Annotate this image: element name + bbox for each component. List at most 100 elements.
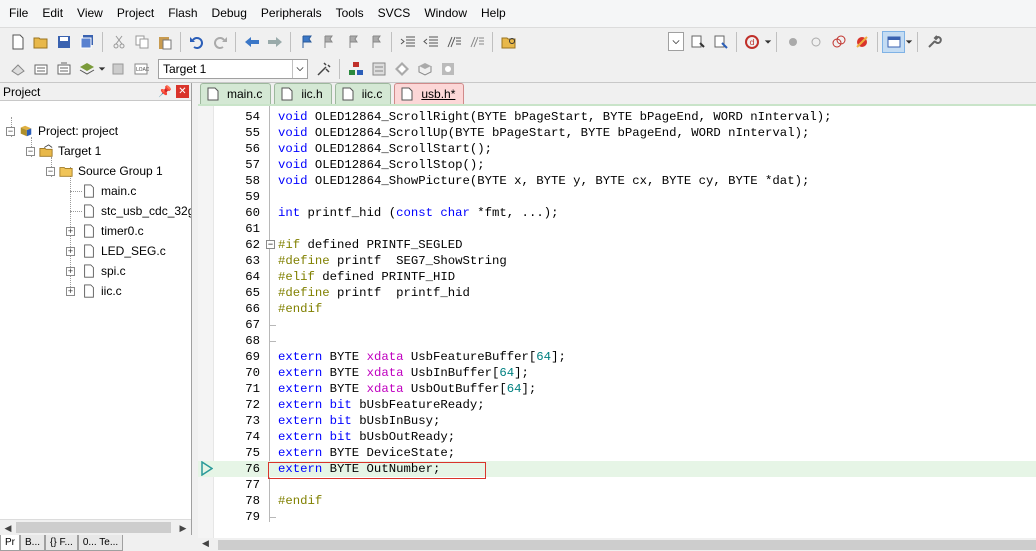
rebuild-icon[interactable] [52,58,75,80]
menu-window[interactable]: Window [417,0,474,27]
menu-help[interactable]: Help [474,0,513,27]
menu-view[interactable]: View [70,0,110,27]
nav-forward-icon[interactable] [263,31,286,53]
tree-file-stc-usb[interactable]: stc_usb_cdc_32g [82,201,191,221]
unindent-icon[interactable] [419,31,442,53]
tab-usb-h[interactable]: usb.h* [394,83,465,104]
menu-tools[interactable]: Tools [329,0,371,27]
code-line[interactable]: 71 extern BYTE xdata UsbOutBuffer[64]; [198,381,1036,397]
insert-breakpoint-icon[interactable] [781,31,804,53]
code-line[interactable]: 58 void OLED12864_ShowPicture(BYTE x, BYT… [198,173,1036,189]
code-line[interactable]: 70 extern BYTE xdata UsbInBuffer[64]; [198,365,1036,381]
tree-node-source-group[interactable]: − Source Group 1 [46,161,163,181]
tree-node-target[interactable]: − Target 1 [26,141,101,161]
save-icon[interactable] [52,31,75,53]
code-line[interactable]: 60 int printf_hid (const char *fmt, ...); [198,205,1036,221]
code-line[interactable]: 63 #define printf SEG7_ShowString [198,253,1036,269]
find-dropdown[interactable] [668,32,684,51]
target-options-icon[interactable] [312,58,335,80]
code-line[interactable]: 66 #endif [198,301,1036,317]
configure-icon[interactable] [922,31,945,53]
stop-build-icon[interactable] [106,58,129,80]
tree-file-iic[interactable]: + iic.c [66,281,122,301]
next-bookmark-icon[interactable] [341,31,364,53]
enable-breakpoint-icon[interactable] [804,31,827,53]
code-line[interactable]: 79 [198,509,1036,525]
collapse-icon[interactable]: − [6,126,15,136]
debug-dropdown-icon[interactable] [764,38,772,46]
disable-breakpoints-icon[interactable] [827,31,850,53]
menu-file[interactable]: File [2,0,35,27]
tree-file-spi[interactable]: + spi.c [66,261,126,281]
save-all-icon[interactable] [75,31,98,53]
code-line[interactable]: 61 [198,221,1036,237]
build-icon[interactable] [29,58,52,80]
scroll-thumb[interactable] [218,540,1036,550]
expand-icon[interactable]: + [66,226,75,236]
expand-icon[interactable]: + [66,266,75,276]
pack-installer-icon[interactable] [413,58,436,80]
code-line[interactable]: 55 void OLED12864_ScrollUp(BYTE bPageStar… [198,125,1036,141]
debug-session-icon[interactable]: d [741,31,764,53]
collapse-icon[interactable]: − [26,146,35,156]
window-layout-icon[interactable] [882,30,905,53]
manage-packs-icon[interactable] [390,58,413,80]
batch-build-icon[interactable] [75,58,98,80]
redo-icon[interactable] [208,31,231,53]
incremental-find-icon[interactable] [709,31,732,53]
kill-breakpoints-icon[interactable] [850,31,873,53]
code-line[interactable]: 74 extern bit bUsbOutReady; [198,429,1036,445]
new-file-icon[interactable] [6,31,29,53]
editor-horizontal-scrollbar[interactable]: ◀ [198,538,1036,551]
scroll-left-icon[interactable]: ◀ [202,538,209,549]
menu-flash[interactable]: Flash [161,0,204,27]
menu-project[interactable]: Project [110,0,161,27]
manage-project-items-icon[interactable] [344,58,367,80]
fold-toggle-icon[interactable]: − [266,240,275,249]
close-icon[interactable]: ✕ [176,85,189,98]
expand-icon[interactable]: + [66,246,75,256]
code-line[interactable]: 56 void OLED12864_ScrollStart(); [198,141,1036,157]
code-line[interactable]: 67 [198,317,1036,333]
tab-functions[interactable]: {} F... [45,535,78,551]
code-line[interactable]: 75 extern BYTE DeviceState; [198,445,1036,461]
menu-svcs[interactable]: SVCS [371,0,418,27]
download-icon[interactable]: LOAD [129,58,152,80]
clear-bookmarks-icon[interactable] [364,31,387,53]
tree-file-led-seg[interactable]: + LED_SEG.c [66,241,166,261]
tab-iic-c[interactable]: iic.c [334,83,392,104]
scroll-left-icon[interactable]: ◀ [1,522,15,534]
pin-icon[interactable]: 📌 [158,85,172,98]
nav-back-icon[interactable] [240,31,263,53]
expand-icon[interactable]: + [66,286,75,296]
code-line[interactable]: 72 extern bit bUsbFeatureReady; [198,397,1036,413]
scroll-right-icon[interactable]: ▶ [176,522,190,534]
code-line[interactable]: 59 [198,189,1036,205]
uncomment-icon[interactable] [465,31,488,53]
indent-icon[interactable] [396,31,419,53]
code-line[interactable]: 77 [198,477,1036,493]
tab-project[interactable]: Pr [0,535,20,551]
tree-file-main[interactable]: main.c [82,181,136,201]
comment-icon[interactable] [442,31,465,53]
code-line[interactable]: 78 #endif [198,493,1036,509]
batch-dropdown-icon[interactable] [98,65,106,73]
translate-icon[interactable] [6,58,29,80]
menu-debug[interactable]: Debug [205,0,254,27]
code-line[interactable]: 64 #elif defined PRINTF_HID [198,269,1036,285]
prev-bookmark-icon[interactable] [318,31,341,53]
cut-icon[interactable] [107,31,130,53]
paste-icon[interactable] [153,31,176,53]
run-time-environment-icon[interactable] [436,58,459,80]
code-line[interactable]: 68 [198,333,1036,349]
open-folder-icon[interactable] [29,31,52,53]
code-line[interactable]: 69 extern BYTE xdata UsbFeatureBuffer[64]… [198,349,1036,365]
layout-dropdown-icon[interactable] [905,38,913,46]
project-horizontal-scrollbar[interactable]: ◀ ▶ [0,519,191,535]
menu-edit[interactable]: Edit [35,0,70,27]
code-line[interactable]: 62 #if defined PRINTF_SEGLED [198,237,1036,253]
code-line[interactable]: 54 void OLED12864_ScrollRight(BYTE bPageS… [198,109,1036,125]
find-in-files-icon[interactable] [497,31,520,53]
tab-templates[interactable]: 0... Te... [77,535,124,551]
copy-icon[interactable] [130,31,153,53]
